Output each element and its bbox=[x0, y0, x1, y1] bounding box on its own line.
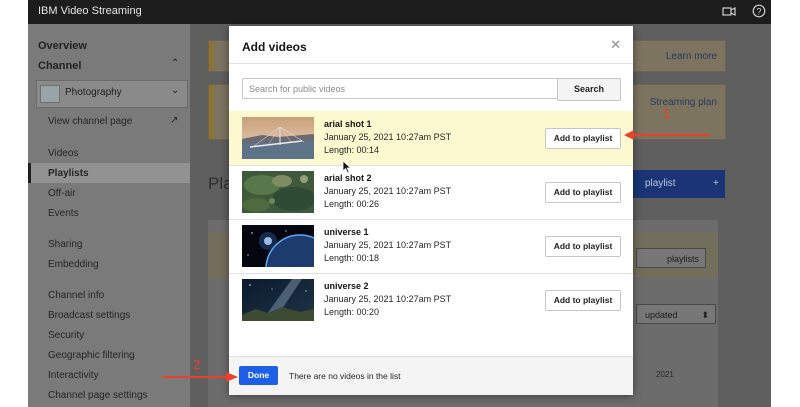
add-to-playlist-button[interactable]: Add to playlist bbox=[545, 128, 621, 149]
chevron-down-icon: ⌄ bbox=[171, 85, 180, 96]
sidebar-item-broadcast-settings[interactable]: Broadcast settings bbox=[48, 310, 130, 321]
playlists-button-label: playlists bbox=[666, 254, 699, 264]
video-date: January 25, 2021 10:27am PST bbox=[324, 294, 452, 304]
video-length: Length: 00:26 bbox=[324, 199, 380, 209]
empty-list-message: There are no videos in the list bbox=[289, 371, 401, 381]
sort-icon: ⬍ bbox=[701, 310, 709, 320]
video-date: January 25, 2021 10:27am PST bbox=[324, 240, 452, 250]
new-playlist-label: playlist bbox=[645, 178, 676, 189]
sidebar-item-events[interactable]: Events bbox=[48, 208, 79, 219]
add-to-playlist-button[interactable]: Add to playlist bbox=[545, 236, 621, 257]
search-button[interactable]: Search bbox=[557, 78, 621, 101]
sidebar-item-playlists[interactable]: Playlists bbox=[48, 168, 89, 179]
sidebar-item-sharing[interactable]: Sharing bbox=[48, 239, 82, 250]
mouse-cursor-icon bbox=[342, 160, 352, 174]
sidebar-item-interactivity[interactable]: Interactivity bbox=[48, 370, 99, 381]
search-input[interactable] bbox=[242, 78, 561, 99]
new-playlist-button[interactable]: playlist + bbox=[617, 170, 725, 198]
streaming-plan-link[interactable]: Streaming plan bbox=[650, 97, 717, 108]
sidebar-item-videos[interactable]: Videos bbox=[48, 148, 78, 159]
video-thumbnail bbox=[242, 225, 314, 267]
sidebar-item-view-channel-page[interactable]: View channel page bbox=[48, 116, 132, 127]
help-icon[interactable]: ? bbox=[752, 4, 766, 18]
done-button[interactable]: Done bbox=[239, 366, 278, 385]
sidebar: Overview Channel ⌃ Photography ⌄ View ch… bbox=[28, 24, 190, 407]
learn-more-link[interactable]: Learn more bbox=[666, 51, 717, 62]
sidebar-channel-heading[interactable]: Channel bbox=[38, 60, 81, 72]
video-thumbnail bbox=[242, 171, 314, 213]
modal-title: Add videos bbox=[242, 40, 307, 54]
channel-thumbnail bbox=[40, 85, 60, 103]
video-length: Length: 00:14 bbox=[324, 145, 380, 155]
top-bar: IBM Video Streaming ? bbox=[28, 0, 771, 24]
video-date: January 25, 2021 10:27am PST bbox=[324, 132, 452, 142]
arrow-left-icon bbox=[624, 130, 710, 140]
sidebar-overview[interactable]: Overview bbox=[38, 40, 87, 52]
add-videos-modal: Add videos ✕ Search arial shot 1 January… bbox=[229, 26, 633, 395]
add-to-playlist-button[interactable]: Add to playlist bbox=[545, 290, 621, 311]
sidebar-item-geographic-filtering[interactable]: Geographic filtering bbox=[48, 350, 135, 361]
video-length: Length: 00:18 bbox=[324, 253, 380, 263]
sort-dropdown[interactable]: updated ⬍ bbox=[636, 304, 716, 324]
modal-footer: Done There are no videos in the list bbox=[229, 356, 633, 395]
date-fragment: 2021 bbox=[656, 370, 674, 379]
video-row: arial shot 1 January 25, 2021 10:27am PS… bbox=[229, 111, 633, 165]
sidebar-active-indicator bbox=[28, 163, 31, 183]
alert-bar bbox=[209, 41, 213, 71]
video-thumbnail bbox=[242, 117, 314, 159]
external-link-icon[interactable]: ↗ bbox=[170, 115, 178, 126]
sidebar-item-channel-page-settings[interactable]: Channel page settings bbox=[48, 390, 148, 401]
video-length: Length: 00:20 bbox=[324, 307, 380, 317]
video-name: arial shot 1 bbox=[324, 119, 372, 129]
playlists-button[interactable]: playlists bbox=[636, 248, 706, 268]
chevron-up-icon[interactable]: ⌃ bbox=[171, 58, 179, 69]
video-row: universe 2 January 25, 2021 10:27am PST … bbox=[229, 273, 633, 327]
sort-dropdown-label: updated bbox=[645, 310, 678, 320]
annotation-step-1: 1 bbox=[663, 106, 671, 121]
arrow-right-icon bbox=[162, 372, 238, 382]
divider bbox=[229, 63, 633, 64]
plus-icon: + bbox=[713, 178, 719, 189]
channel-selected: Photography bbox=[65, 87, 122, 98]
video-row: arial shot 2 January 25, 2021 10:27am PS… bbox=[229, 165, 633, 219]
alert-bar bbox=[209, 85, 213, 139]
video-date: January 25, 2021 10:27am PST bbox=[324, 186, 452, 196]
sidebar-item-channel-info[interactable]: Channel info bbox=[48, 290, 104, 301]
video-name: arial shot 2 bbox=[324, 173, 372, 183]
camera-icon[interactable] bbox=[722, 4, 736, 18]
video-name: universe 1 bbox=[324, 227, 369, 237]
app-title: IBM Video Streaming bbox=[38, 5, 142, 17]
sidebar-item-off-air[interactable]: Off-air bbox=[48, 188, 76, 199]
channel-selector[interactable]: Photography ⌄ bbox=[36, 80, 188, 108]
video-row: universe 1 January 25, 2021 10:27am PST … bbox=[229, 219, 633, 273]
sidebar-item-embedding[interactable]: Embedding bbox=[48, 259, 99, 270]
sidebar-item-security[interactable]: Security bbox=[48, 330, 84, 341]
video-thumbnail bbox=[242, 279, 314, 321]
close-icon[interactable]: ✕ bbox=[610, 37, 621, 53]
svg-text:?: ? bbox=[756, 7, 761, 17]
add-to-playlist-button[interactable]: Add to playlist bbox=[545, 182, 621, 203]
video-name: universe 2 bbox=[324, 281, 369, 291]
